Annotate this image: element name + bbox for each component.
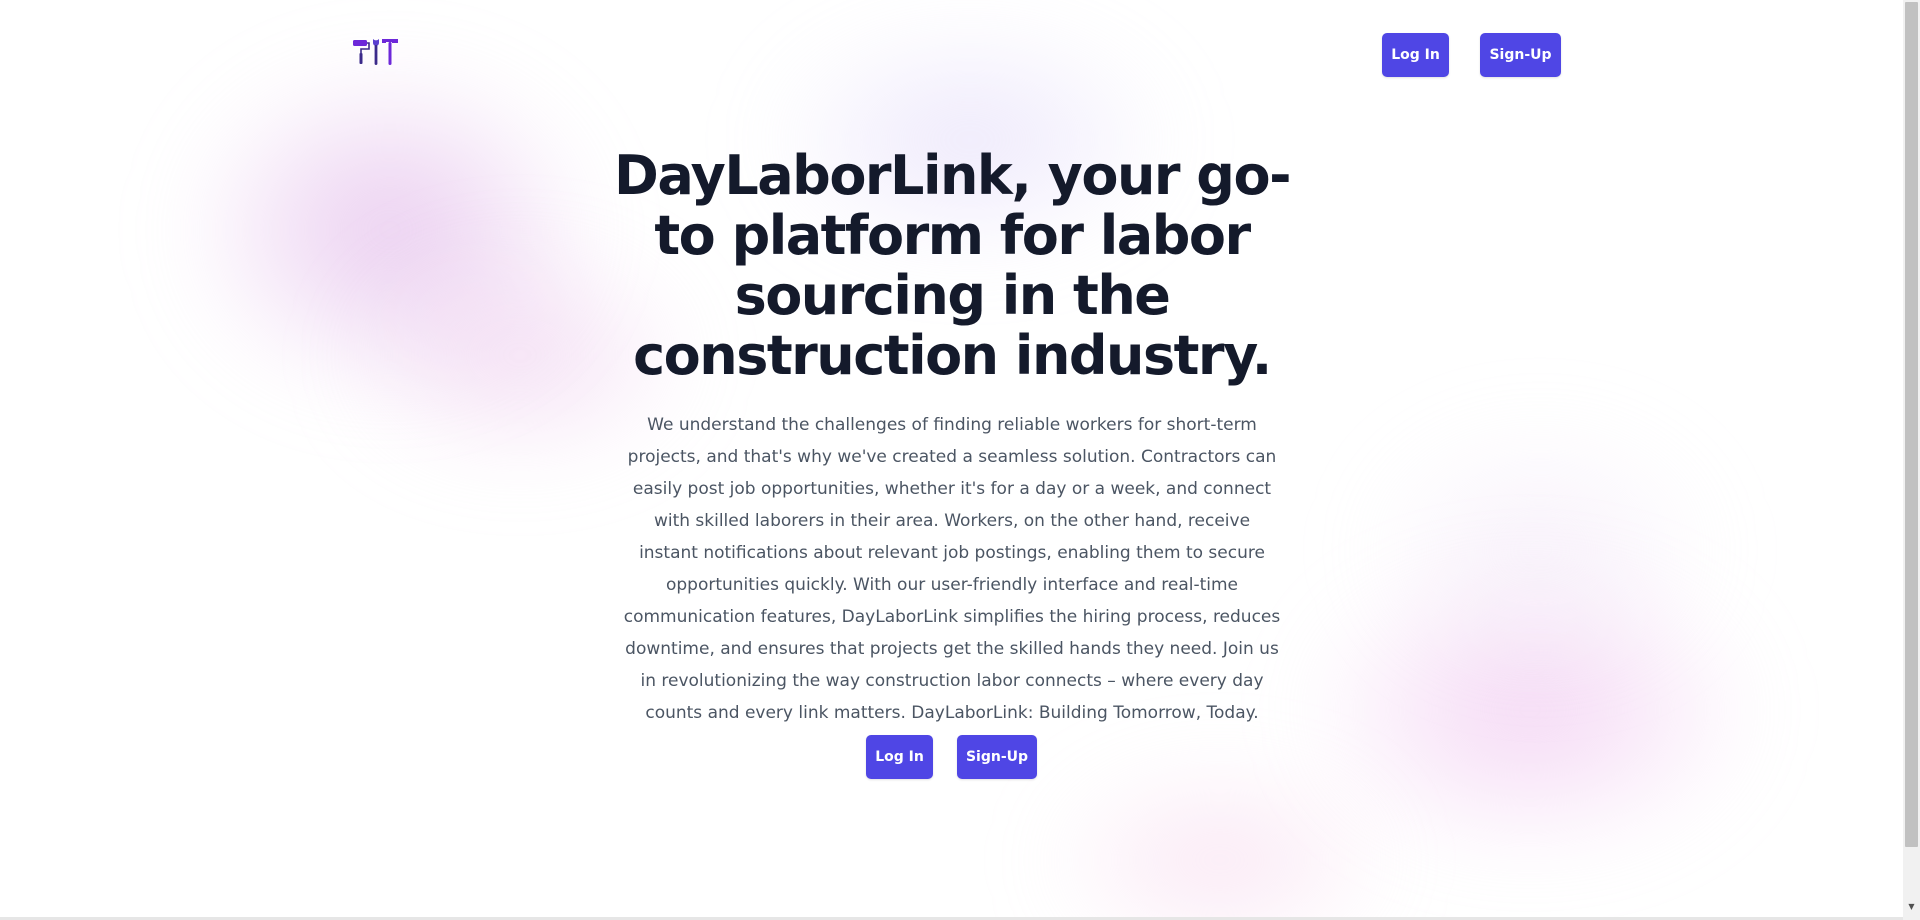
scroll-down-arrow-icon[interactable]: ▼ [1905, 900, 1918, 914]
hero-signup-button[interactable]: Sign-Up [957, 735, 1037, 779]
background-glow [1040, 760, 1400, 920]
background-glow [180, 60, 600, 400]
hero-title: DayLaborLink, your go-to platform for la… [614, 144, 1291, 387]
scrollbar-thumb[interactable] [1905, 2, 1918, 847]
background-glow [1300, 560, 1760, 860]
background-glow [1360, 420, 1720, 680]
hero-description: We understand the challenges of finding … [623, 415, 1281, 723]
tools-icon[interactable] [352, 36, 402, 68]
header-signup-button[interactable]: Sign-Up [1480, 33, 1561, 77]
landing-page: Log In Sign-Up DayLaborLink, your go-to … [0, 0, 1920, 920]
header-login-button[interactable]: Log In [1382, 33, 1449, 77]
hero-login-button[interactable]: Log In [866, 735, 933, 779]
